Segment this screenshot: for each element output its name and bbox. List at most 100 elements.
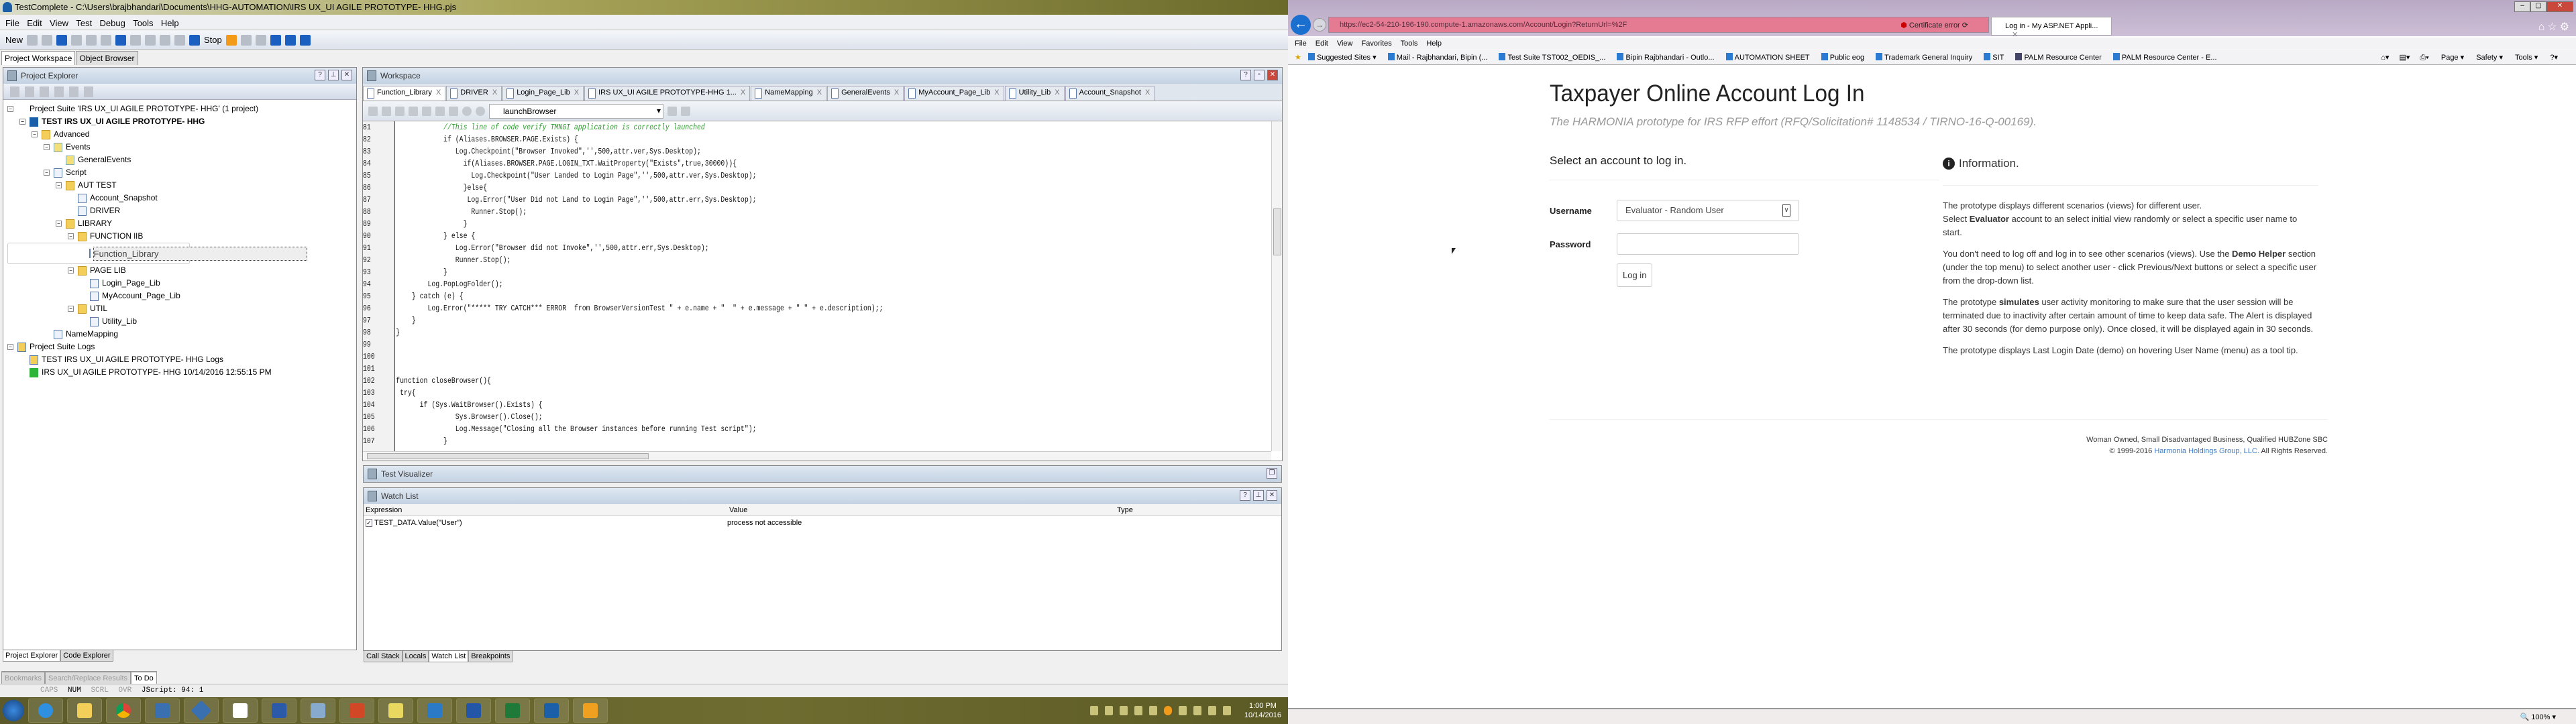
- panel-icon[interactable]: [270, 34, 281, 46]
- taskbar-notepad[interactable]: [301, 699, 335, 723]
- favorite-link[interactable]: Mail - Rajbhandari, Bipin (...: [1387, 53, 1493, 62]
- copy-icon[interactable]: [115, 34, 127, 46]
- address-bar[interactable]: https://ec2-54-210-196-190.compute-1.ama…: [1328, 17, 1989, 33]
- column-type[interactable]: Type: [1115, 504, 1133, 516]
- column-value[interactable]: Value: [727, 504, 1115, 516]
- tools-menu[interactable]: Tools ▾: [2515, 54, 2538, 62]
- network-icon[interactable]: [1208, 706, 1216, 715]
- tray-icon[interactable]: [1193, 706, 1201, 715]
- menu-help[interactable]: Help: [161, 18, 179, 28]
- close-tab-icon[interactable]: X: [994, 88, 999, 97]
- redo-icon[interactable]: [86, 34, 97, 46]
- code-line[interactable]: 93 }: [363, 266, 1116, 278]
- tree-item[interactable]: − TEST IRS UX_UI AGILE PROTOTYPE- HHG: [7, 115, 352, 128]
- menu-edit[interactable]: Edit: [1316, 40, 1328, 48]
- restore-icon[interactable]: ❐: [1267, 468, 1277, 479]
- close-tab-icon[interactable]: X: [817, 88, 822, 97]
- taskbar-chrome[interactable]: [106, 699, 141, 723]
- tree-item[interactable]: − UTIL: [7, 302, 352, 315]
- code-line[interactable]: 87 Log.Error("User Did not Land to Login…: [363, 194, 1116, 206]
- help-icon[interactable]: ?▾: [2550, 54, 2558, 62]
- menu-edit[interactable]: Edit: [27, 18, 42, 28]
- check-icon[interactable]: [681, 106, 690, 116]
- paste-icon[interactable]: [130, 34, 142, 46]
- close-tab-icon[interactable]: X: [1145, 88, 1150, 97]
- menu-debug[interactable]: Debug: [100, 18, 125, 28]
- close-tab-icon[interactable]: X: [741, 88, 745, 97]
- back-icon[interactable]: [462, 106, 472, 116]
- stop-icon[interactable]: [189, 34, 201, 46]
- favorite-link[interactable]: AUTOMATION SHEET: [1725, 53, 1815, 62]
- tab-locals[interactable]: Locals: [402, 651, 429, 662]
- editor-tab[interactable]: MyAccount_Page_Lib X: [904, 86, 1004, 101]
- favorite-link[interactable]: PALM Resource Center - E...: [2112, 53, 2222, 62]
- taskbar-testcomplete[interactable]: [534, 699, 569, 723]
- tray-icon[interactable]: [1104, 706, 1113, 715]
- collapse-icon[interactable]: −: [68, 306, 74, 312]
- favorites-star-icon[interactable]: ★: [1295, 54, 1301, 62]
- tree-item[interactable]: − Events: [7, 141, 352, 154]
- help-icon[interactable]: ?: [315, 70, 325, 80]
- code-line[interactable]: 101: [363, 363, 1116, 375]
- code-line[interactable]: 85 Log.Checkpoint("User Landed to Login …: [363, 170, 1116, 182]
- collapse-icon[interactable]: −: [56, 221, 62, 227]
- code-line[interactable]: 98}: [363, 326, 1116, 339]
- login-button[interactable]: Log in: [1617, 263, 1653, 287]
- panel-icon[interactable]: [299, 34, 311, 46]
- browser-tab[interactable]: Log in - My ASP.NET Appli... ✕: [1991, 17, 2112, 39]
- bookmark-next-icon[interactable]: [449, 106, 458, 116]
- print-icon[interactable]: ⎙▾: [2420, 54, 2428, 62]
- panel-icon[interactable]: [284, 34, 296, 46]
- stop-button[interactable]: Stop: [204, 35, 222, 45]
- tab-bookmarks[interactable]: Bookmarks: [1, 672, 46, 685]
- tab-project-workspace[interactable]: Project Workspace: [1, 51, 76, 65]
- tab-object-browser[interactable]: Object Browser: [76, 51, 138, 65]
- code-line[interactable]: 84 if(Aliases.BROWSER.PAGE.LOGIN_TXT.Wai…: [363, 158, 1116, 170]
- home-favorites-settings-icons[interactable]: ⌂☆⚙: [2538, 20, 2572, 34]
- menu-tools[interactable]: Tools: [1401, 40, 1418, 48]
- taskbar-app[interactable]: [378, 699, 413, 723]
- tree-item[interactable]: −MyAccount_Page_Lib: [7, 290, 352, 302]
- collapse-icon[interactable]: −: [56, 182, 62, 188]
- favorite-link[interactable]: Suggested Sites ▾: [1307, 53, 1381, 62]
- tree-item[interactable]: −DRIVER: [7, 204, 352, 217]
- routine-select[interactable]: launchBrowser: [489, 103, 663, 119]
- update-icon[interactable]: [1163, 706, 1172, 715]
- back-button[interactable]: ←: [1291, 15, 1311, 35]
- editor-tab[interactable]: Utility_Lib X: [1004, 86, 1065, 101]
- taskbar-app[interactable]: [145, 699, 180, 723]
- zoom-level[interactable]: 🔍 100% ▾: [2520, 713, 2556, 721]
- taskbar-word[interactable]: [262, 699, 297, 723]
- menu-tools[interactable]: Tools: [133, 18, 153, 28]
- code-line[interactable]: 94 Log.PopLogFolder();: [363, 278, 1116, 290]
- taskbar-outlook[interactable]: [573, 699, 608, 723]
- menu-favorites[interactable]: Favorites: [1362, 40, 1392, 48]
- save-all-icon[interactable]: [56, 34, 68, 46]
- code-line[interactable]: 104 if (Sys.WaitBrowser().Exists) {: [363, 399, 1116, 411]
- taskbar-powerpoint[interactable]: [339, 699, 374, 723]
- save-icon[interactable]: [42, 34, 53, 46]
- taskbar-lync[interactable]: [417, 699, 452, 723]
- bookmark-icon[interactable]: [435, 106, 445, 116]
- collapse-icon[interactable]: −: [68, 233, 74, 239]
- username-select[interactable]: Evaluator - Random User ∨: [1617, 200, 1799, 221]
- collapse-icon[interactable]: −: [68, 267, 74, 274]
- tree-item[interactable]: −Login_Page_Lib: [7, 277, 352, 290]
- pin-icon[interactable]: ⊥: [328, 70, 339, 80]
- close-tab-icon[interactable]: X: [574, 88, 579, 97]
- close-icon[interactable]: ✕: [1267, 490, 1277, 501]
- tree-item[interactable]: − Project Suite 'IRS UX_UI AGILE PROTOTYP…: [7, 103, 352, 115]
- code-line[interactable]: 81 //This line of code verify TMNGI appl…: [363, 121, 1116, 133]
- taskbar-explorer[interactable]: [67, 699, 102, 723]
- comment-icon[interactable]: [409, 106, 418, 116]
- tree-item[interactable]: − Script: [7, 166, 352, 179]
- chevron-down-icon[interactable]: ∨: [1782, 204, 1790, 217]
- tree-item[interactable]: −IRS UX_UI AGILE PROTOTYPE- HHG 10/14/20…: [7, 366, 352, 379]
- favorite-link[interactable]: PALM Resource Center: [2015, 53, 2106, 62]
- tab-call-stack[interactable]: Call Stack: [364, 651, 402, 662]
- scroll-thumb[interactable]: [1273, 208, 1281, 255]
- run-icon[interactable]: [368, 106, 378, 116]
- outdent-icon[interactable]: [395, 106, 405, 116]
- close-icon[interactable]: ✕: [1267, 70, 1278, 80]
- tray-icon[interactable]: [1178, 706, 1187, 715]
